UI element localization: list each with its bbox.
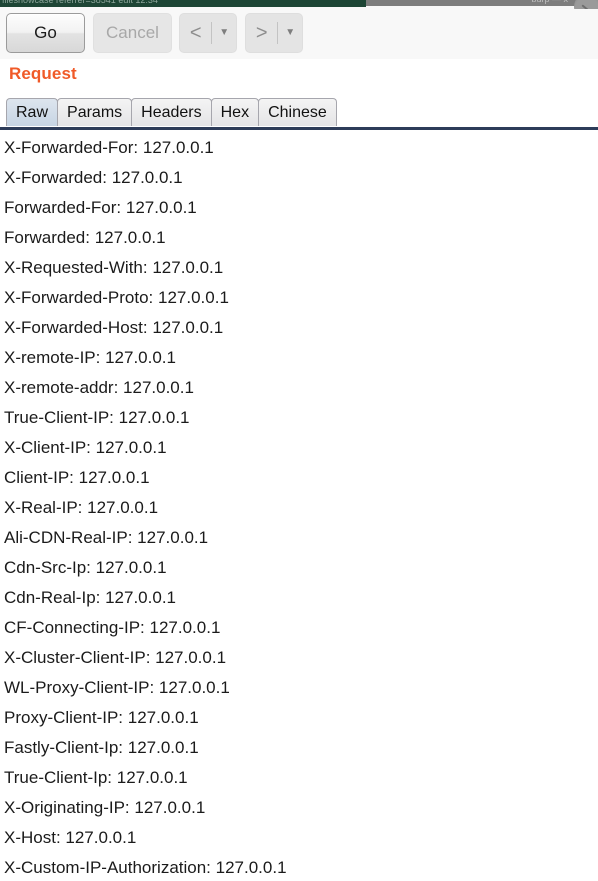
request-header-line: Proxy-Client-IP: 127.0.0.1: [4, 708, 199, 727]
request-header-line: True-Client-Ip: 127.0.0.1: [4, 768, 188, 787]
tab-label: Hex: [220, 103, 250, 121]
window-titlebar-green-segment: fileshowcase referrer=38541 edit 12:34: [0, 0, 366, 7]
previous-request-button[interactable]: < ▼: [179, 13, 237, 53]
tab-label: Chinese: [268, 103, 327, 121]
tab-raw[interactable]: Raw: [6, 98, 59, 126]
chevron-left-icon: <: [189, 22, 202, 44]
request-header-line: WL-Proxy-Client-IP: 127.0.0.1: [4, 678, 230, 697]
cancel-button-label: Cancel: [106, 23, 159, 42]
tab-label: Params: [67, 103, 123, 121]
tab-chinese[interactable]: Chinese: [258, 98, 337, 126]
cancel-button[interactable]: Cancel: [93, 13, 172, 53]
request-header-line: Ali-CDN-Real-IP: 127.0.0.1: [4, 528, 209, 547]
go-button-label: Go: [34, 23, 57, 42]
request-header-line: Forwarded: 127.0.0.1: [4, 228, 166, 247]
tab-headers[interactable]: Headers: [131, 98, 212, 126]
request-header-line: Fastly-Client-Ip: 127.0.0.1: [4, 738, 199, 757]
request-header-line: X-Client-IP: 127.0.0.1: [4, 438, 167, 457]
chevron-down-icon[interactable]: ▼: [278, 28, 302, 38]
go-button[interactable]: Go: [6, 13, 85, 53]
request-header-line: X-Requested-With: 127.0.0.1: [4, 258, 224, 277]
request-view-tabs: Raw Params Headers Hex Chinese: [0, 98, 598, 130]
request-header-line: Forwarded-For: 127.0.0.1: [4, 198, 197, 217]
tab-underline-rule: [0, 127, 598, 130]
tab-hex[interactable]: Hex: [210, 98, 260, 126]
window-titlebar-text: fileshowcase referrer=38541 edit 12:34: [2, 0, 158, 5]
repeater-toolbar: Go Cancel < ▼ > ▼: [0, 9, 598, 59]
chevron-right-icon: >: [255, 22, 268, 44]
window-top-strip: fileshowcase referrer=38541 edit 12:34 b…: [0, 0, 598, 9]
request-header-line: Cdn-Src-Ip: 127.0.0.1: [4, 558, 167, 577]
request-raw-editor[interactable]: X-Forwarded-For: 127.0.0.1 X-Forwarded: 1…: [0, 133, 598, 881]
request-header-line: X-Real-IP: 127.0.0.1: [4, 498, 159, 517]
request-header-line: Cdn-Real-Ip: 127.0.0.1: [4, 588, 176, 607]
window-titlebar-right-text: burp — x: [531, 0, 568, 4]
request-header-line: True-Client-IP: 127.0.0.1: [4, 408, 190, 427]
chevron-down-icon[interactable]: ▼: [212, 28, 236, 38]
tab-label: Raw: [16, 103, 49, 121]
request-header-line: CF-Connecting-IP: 127.0.0.1: [4, 618, 221, 637]
next-request-button[interactable]: > ▼: [245, 13, 303, 53]
request-header-line: X-Forwarded-For: 127.0.0.1: [4, 138, 214, 157]
request-header-line: Client-IP: 127.0.0.1: [4, 468, 150, 487]
request-header-line: X-remote-IP: 127.0.0.1: [4, 348, 176, 367]
request-header-line: X-remote-addr: 127.0.0.1: [4, 378, 194, 397]
request-header-line: X-Custom-IP-Authorization: 127.0.0.1: [4, 858, 287, 877]
request-section-title: Request: [9, 64, 77, 83]
request-header-line: X-Host: 127.0.0.1: [4, 828, 137, 847]
tab-label: Headers: [141, 103, 202, 121]
window-titlebar-gray-segment: burp — x: [366, 0, 598, 6]
request-header-line: X-Forwarded: 127.0.0.1: [4, 168, 183, 187]
tab-params[interactable]: Params: [57, 98, 133, 126]
request-header-line: X-Cluster-Client-IP: 127.0.0.1: [4, 648, 227, 667]
request-header-line: X-Originating-IP: 127.0.0.1: [4, 798, 206, 817]
request-header-line: X-Forwarded-Host: 127.0.0.1: [4, 318, 224, 337]
request-header-line: X-Forwarded-Proto: 127.0.0.1: [4, 288, 229, 307]
